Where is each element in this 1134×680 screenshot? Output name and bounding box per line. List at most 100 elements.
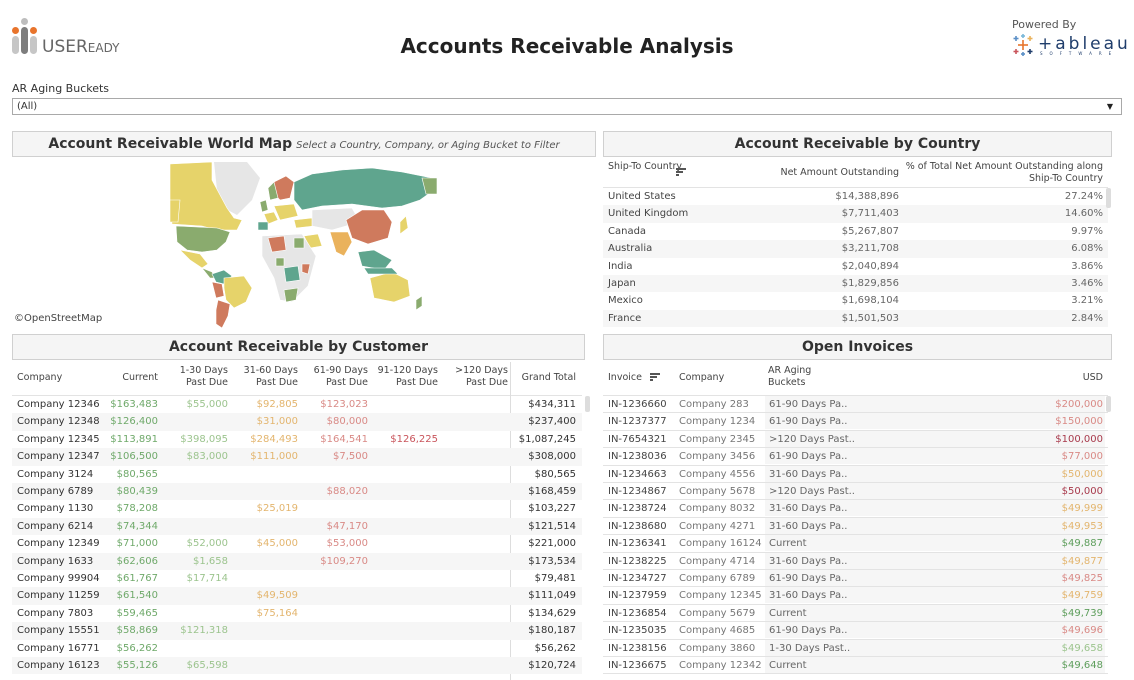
invoice-amount: $49,648 [1061, 660, 1103, 671]
sort-icon[interactable] [676, 168, 686, 176]
map-region-united-states[interactable] [175, 225, 231, 253]
customer-row[interactable]: Company 15551 $58,869 $121,318 $180,187 [12, 622, 582, 640]
invoice-row[interactable]: IN-1237959 Company 12345 31-60 Days Pa.. $4… [603, 587, 1108, 605]
map-region-egypt[interactable] [293, 237, 305, 249]
country-row[interactable]: Japan $1,829,856 3.46% [603, 275, 1108, 293]
scrollbar[interactable] [1106, 188, 1111, 208]
customer-row[interactable]: Company 12349 $71,000 $52,000 $45,000 $53,00… [12, 535, 582, 552]
customer-row[interactable]: Company 16771 $56,262 $56,262 [12, 640, 582, 657]
map-region-southeast-asia[interactable] [357, 249, 393, 271]
header-ar-aging-buckets[interactable]: AR Aging Buckets [768, 365, 823, 389]
invoice-row[interactable]: IN-1238680 Company 4271 31-60 Days Pa.. $49… [603, 517, 1108, 536]
invoice-row[interactable]: IN-1234727 Company 6789 61-90 Days Pa.. $49… [603, 570, 1108, 588]
map-region-drc[interactable] [283, 265, 301, 283]
customer-row[interactable]: Company 12345 $113,891 $398,095 $284,493 $16… [12, 431, 582, 448]
customer-row[interactable]: Company 11259 $61,540 $49,509 $111,049 [12, 587, 582, 605]
header-current[interactable]: Current [72, 372, 158, 384]
customer-row[interactable]: Company 6789 $80,439 $88,020 $168,459 [12, 483, 582, 501]
header-invoice[interactable]: Invoice [608, 372, 642, 384]
country-row[interactable]: India $2,040,894 3.86% [603, 258, 1108, 275]
map-region-india[interactable] [329, 231, 353, 257]
invoice-row[interactable]: IN-1238724 Company 8032 31-60 Days Pa.. $49… [603, 500, 1108, 518]
amount-61-90: $7,500 [333, 451, 368, 463]
country-row[interactable]: Canada $5,267,807 9.97% [603, 223, 1108, 240]
customer-row[interactable]: Company 6214 $74,344 $47,170 $121,514 [12, 517, 582, 536]
customer-row[interactable]: Company 99904 $61,767 $17,714 $79,481 [12, 570, 582, 587]
invoice-company: Company 4714 [679, 555, 756, 567]
invoice-row[interactable]: IN-1236854 Company 5679 Current $49,739 [603, 604, 1108, 623]
customer-table: Company Current 1-30 Days Past Due 31-60 Da… [12, 362, 590, 680]
invoice-row[interactable]: IN-1238036 Company 3456 61-90 Days Pa.. $77… [603, 448, 1108, 466]
grand-total: $111,049 [528, 590, 576, 602]
map-region-alaska[interactable] [169, 199, 181, 223]
header-usd[interactable]: USD [1023, 372, 1103, 384]
customer-row[interactable]: Company 1633 $62,606 $1,658 $109,270 $173,53… [12, 552, 582, 570]
openstreetmap-credit[interactable]: ©OpenStreetMap [14, 313, 102, 324]
map-region-united-kingdom[interactable] [259, 199, 269, 213]
invoice-row[interactable]: IN-1237377 Company 1234 61-90 Days Pa.. $15… [603, 413, 1108, 431]
map-region-japan[interactable] [399, 215, 409, 235]
map-region-south-africa[interactable] [283, 287, 299, 303]
scrollbar[interactable] [585, 396, 590, 412]
header-net-amount[interactable]: Net Amount Outstanding [743, 167, 899, 179]
invoice-amount: $150,000 [1055, 416, 1103, 428]
invoice-row[interactable]: IN-1238156 Company 3860 1-30 Days Past.. $4… [603, 639, 1108, 657]
invoice-row[interactable]: IN-1235035 Company 4685 61-90 Days Pa.. $49… [603, 622, 1108, 640]
ar-aging-buckets-dropdown[interactable]: (All) ▼ [12, 98, 1122, 115]
header-31-60[interactable]: 31-60 Days Past Due [228, 365, 298, 389]
country-row[interactable]: United Kingdom $7,711,403 14.60% [603, 205, 1108, 223]
map-region-spain[interactable] [257, 221, 269, 231]
chevron-down-icon[interactable]: ▼ [1107, 99, 1113, 114]
invoice-id: IN-1236675 [608, 660, 667, 671]
map-region-peru[interactable] [211, 281, 225, 299]
page-title: Accounts Receivable Analysis [400, 34, 734, 58]
grand-total: $134,629 [528, 607, 576, 619]
header-grand-total[interactable]: Grand Total [512, 372, 576, 384]
header-over-120[interactable]: >120 Days Past Due [438, 365, 508, 389]
world-map[interactable] [12, 160, 597, 330]
invoice-amount: $49,887 [1061, 538, 1103, 550]
invoice-row[interactable]: IN-1234663 Company 4556 31-60 Days Pa.. $50… [603, 465, 1108, 483]
country-row[interactable]: Australia $3,211,708 6.08% [603, 240, 1108, 258]
pct-total: 9.97% [1071, 225, 1103, 237]
invoice-row[interactable]: IN-1234867 Company 5678 >120 Days Past.. $5… [603, 483, 1108, 501]
map-region-new-zealand[interactable] [415, 295, 423, 311]
country-name: Mexico [608, 295, 643, 307]
invoice-row[interactable]: IN-7654321 Company 2345 >120 Days Past.. $1… [603, 430, 1108, 449]
country-row[interactable]: Mexico $1,698,104 3.21% [603, 292, 1108, 309]
header-pct-total[interactable]: % of Total Net Amount Outstanding along … [903, 161, 1103, 185]
customer-row[interactable]: Company 12348 $126,400 $31,000 $80,000 $237,… [12, 413, 582, 431]
customer-row[interactable]: Company 3124 $80,565 $80,565 [12, 466, 582, 483]
invoice-row[interactable]: IN-1236675 Company 12342 Current $49,648 [603, 657, 1108, 675]
invoice-row[interactable]: IN-1236660 Company 283 61-90 Days Pa.. $200… [603, 396, 1108, 414]
country-row[interactable]: United States $14,388,896 27.24% [603, 188, 1108, 205]
amount-1-30: $55,000 [186, 399, 228, 410]
customer-row[interactable]: Company 7803 $59,465 $75,164 $134,629 [12, 605, 582, 622]
map-region-nigeria[interactable] [275, 257, 285, 267]
map-region-argentina[interactable] [215, 299, 231, 329]
header-ship-to-country[interactable]: Ship-To Country [608, 161, 682, 173]
header-company[interactable]: Company [679, 372, 724, 384]
map-region-russia[interactable] [293, 167, 435, 211]
net-amount: $7,711,403 [841, 208, 899, 220]
customer-row[interactable]: Company 12346 $163,483 $55,000 $92,805 $123,… [12, 396, 582, 413]
map-region-turkey[interactable] [293, 217, 315, 229]
header-91-120[interactable]: 91-120 Days Past Due [368, 365, 438, 389]
map-region-australia[interactable] [369, 271, 411, 303]
scrollbar[interactable] [1106, 396, 1111, 412]
sort-icon[interactable] [650, 373, 660, 381]
customer-row[interactable]: Company 12347 $106,500 $83,000 $111,000 $7,5… [12, 448, 582, 466]
invoice-row[interactable]: IN-1236341 Company 16124 Current $49,887 [603, 535, 1108, 553]
invoice-id: IN-1234663 [608, 468, 667, 480]
map-panel-title: Account Receivable World Map Select a Cou… [12, 131, 596, 157]
header-61-90[interactable]: 61-90 Days Past Due [298, 365, 368, 389]
customer-row[interactable]: Company 1130 $78,208 $25,019 $103,227 [12, 500, 582, 517]
grand-total: $173,534 [528, 555, 576, 567]
header-1-30[interactable]: 1-30 Days Past Due [158, 365, 228, 389]
map-region-central-europe[interactable] [273, 203, 299, 221]
customer-row[interactable]: Company 16123 $55,126 $65,598 $120,724 [12, 657, 582, 675]
country-row[interactable]: France $1,501,503 2.84% [603, 309, 1108, 328]
map-region-indonesia[interactable] [363, 267, 399, 275]
invoice-row[interactable]: IN-1238225 Company 4714 31-60 Days Pa.. $49… [603, 552, 1108, 570]
map-region-mexico[interactable] [179, 249, 209, 269]
